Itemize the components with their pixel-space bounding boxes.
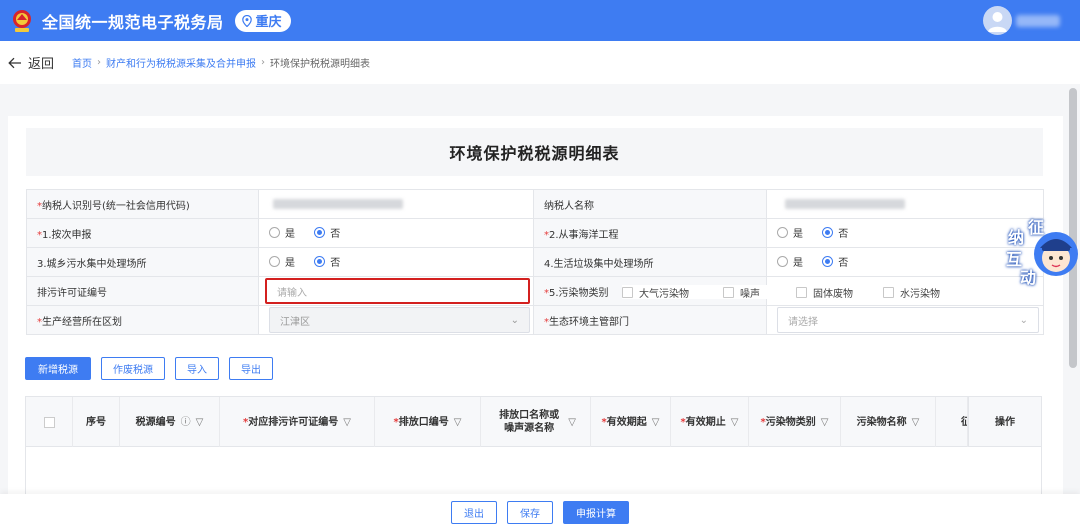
widget-char-1: 征	[1028, 218, 1045, 237]
eco-dept-select[interactable]: 请选择 ⌄	[777, 307, 1039, 333]
add-source-button[interactable]: 新增税源	[25, 357, 91, 380]
q3-radio-no[interactable]: 否	[314, 254, 340, 269]
q2-radio-no[interactable]: 否	[822, 225, 848, 240]
filter-icon[interactable]: ▽	[731, 416, 739, 429]
breadcrumb-bar: 返回 首页 › 财产和行为税税源采集及合并申报 › 环境保护税税源明细表	[0, 41, 1080, 84]
col-pollutant-name: 污染物名称 ▽	[841, 397, 936, 447]
exit-button[interactable]: 退出	[451, 501, 497, 524]
widget-char-2: 纳	[1008, 228, 1025, 247]
pollutant-noise-checkbox[interactable]: 噪声	[723, 285, 760, 300]
export-button[interactable]: 导出	[229, 357, 273, 380]
chevron-down-icon: ⌄	[510, 314, 519, 326]
chevron-right-icon: ›	[261, 57, 266, 68]
col-valid-from: *有效期起 ▽	[591, 397, 671, 447]
filter-icon[interactable]: ▽	[912, 416, 920, 429]
col-source-id: 税源编号 ⓘ ▽	[120, 397, 220, 447]
taxpayer-form: *纳税人识别号(统一社会信用代码) 纳税人名称 *1.按次申报 是 否 *2.从…	[26, 189, 1044, 335]
import-button[interactable]: 导入	[175, 357, 219, 380]
top-bar: 全国统一规范电子税务局 重庆	[0, 0, 1080, 41]
filter-icon[interactable]: ▽	[652, 416, 660, 429]
taxpayer-id-value	[258, 189, 534, 219]
arrow-left-icon	[8, 57, 21, 68]
col-actions: 操作	[968, 397, 1041, 447]
pollutant-checkbox-group: 大气污染物 噪声 固体废物 水污染物	[622, 285, 960, 300]
breadcrumb-home[interactable]: 首页	[72, 55, 92, 70]
filter-icon[interactable]: ▽	[568, 416, 576, 429]
breadcrumb-current: 环境保护税税源明细表	[270, 59, 371, 70]
q1-radio-no[interactable]: 否	[314, 225, 340, 240]
filter-icon[interactable]: ▽	[821, 416, 829, 429]
interaction-widget[interactable]: 征 纳 互 动	[1002, 214, 1080, 287]
submit-calc-button[interactable]: 申报计算	[563, 501, 629, 524]
q3-radio-yes[interactable]: 是	[269, 254, 295, 269]
widget-char-4: 动	[1020, 268, 1037, 287]
col-truncated: 征	[936, 397, 968, 447]
chevron-down-icon: ⌄	[1019, 314, 1028, 326]
save-button[interactable]: 保存	[507, 501, 553, 524]
q3-label: 3.城乡污水集中处理场所	[26, 247, 259, 277]
permit-label: 排污许可证编号	[26, 276, 259, 306]
void-source-button[interactable]: 作废税源	[101, 357, 165, 380]
form-title: 环境保护税税源明细表	[26, 128, 1043, 176]
pollutant-water-checkbox[interactable]: 水污染物	[883, 285, 940, 300]
user-avatar[interactable]	[983, 6, 1012, 35]
filter-icon[interactable]: ▽	[454, 416, 462, 429]
tax-emblem-icon	[9, 8, 35, 34]
footer-bar: 退出 保存 申报计算	[0, 494, 1080, 531]
site-title: 全国统一规范电子税务局	[42, 12, 224, 32]
district-cell: 江津区 ⌄	[258, 305, 534, 335]
filter-icon[interactable]: ▽	[196, 416, 204, 429]
select-all-checkbox[interactable]	[26, 397, 73, 447]
pollutant-air-checkbox[interactable]: 大气污染物	[622, 285, 689, 300]
col-outlet-name: 排放口名称或噪声源名称 ▽	[481, 397, 591, 447]
district-select: 江津区 ⌄	[269, 307, 530, 333]
source-table: 序号 税源编号 ⓘ ▽ *对应排污许可证编号 ▽ *排放口编号 ▽ 排放口名称或噪声源名…	[25, 396, 1042, 501]
table-header: 序号 税源编号 ⓘ ▽ *对应排污许可证编号 ▽ *排放口编号 ▽ 排放口名称或噪声源名…	[26, 397, 1041, 447]
q1-options: 是 否	[258, 218, 534, 248]
back-label: 返回	[28, 57, 55, 72]
q4-radio-yes[interactable]: 是	[777, 254, 803, 269]
q4-label: 4.生活垃圾集中处理场所	[533, 247, 767, 277]
permit-cell: 请输入	[258, 276, 534, 306]
col-valid-to: *有效期止 ▽	[671, 397, 749, 447]
q2-radio-yes[interactable]: 是	[777, 225, 803, 240]
filter-icon[interactable]: ▽	[343, 416, 351, 429]
eco-dept-cell: 请选择 ⌄	[766, 305, 1044, 335]
chevron-right-icon: ›	[97, 57, 102, 68]
q3-options: 是 否	[258, 247, 534, 277]
back-button[interactable]: 返回	[8, 53, 54, 72]
location-pin-icon	[241, 14, 252, 27]
info-icon[interactable]: ⓘ	[181, 416, 191, 429]
pollutant-solid-checkbox[interactable]: 固体废物	[796, 285, 853, 300]
breadcrumb-property-tax[interactable]: 财产和行为税税源采集及合并申报	[106, 55, 256, 70]
col-seq: 序号	[73, 397, 120, 447]
eco-dept-label: *生态环境主管部门	[533, 305, 767, 335]
breadcrumb: 首页 › 财产和行为税税源采集及合并申报 › 环境保护税税源明细表	[72, 55, 370, 70]
district-label: *生产经营所在区划	[26, 305, 259, 335]
col-permit-no: *对应排污许可证编号 ▽	[220, 397, 375, 447]
source-actions: 新增税源 作废税源 导入 导出	[25, 357, 283, 380]
col-outlet-no: *排放口编号 ▽	[375, 397, 481, 447]
taxpayer-name-label: 纳税人名称	[533, 189, 767, 219]
q1-label: *1.按次申报	[26, 218, 259, 248]
permit-input[interactable]: 请输入	[265, 278, 530, 304]
user-name-masked[interactable]	[1016, 15, 1060, 27]
city-selector[interactable]: 重庆	[234, 9, 291, 32]
col-pollutant-type: *污染物类别 ▽	[749, 397, 841, 447]
q1-radio-yes[interactable]: 是	[269, 225, 295, 240]
user-icon	[988, 12, 1007, 32]
taxpayer-id-label: *纳税人识别号(统一社会信用代码)	[26, 189, 259, 219]
q2-label: *2.从事海洋工程	[533, 218, 767, 248]
q4-radio-no[interactable]: 否	[822, 254, 848, 269]
city-name: 重庆	[255, 15, 282, 30]
